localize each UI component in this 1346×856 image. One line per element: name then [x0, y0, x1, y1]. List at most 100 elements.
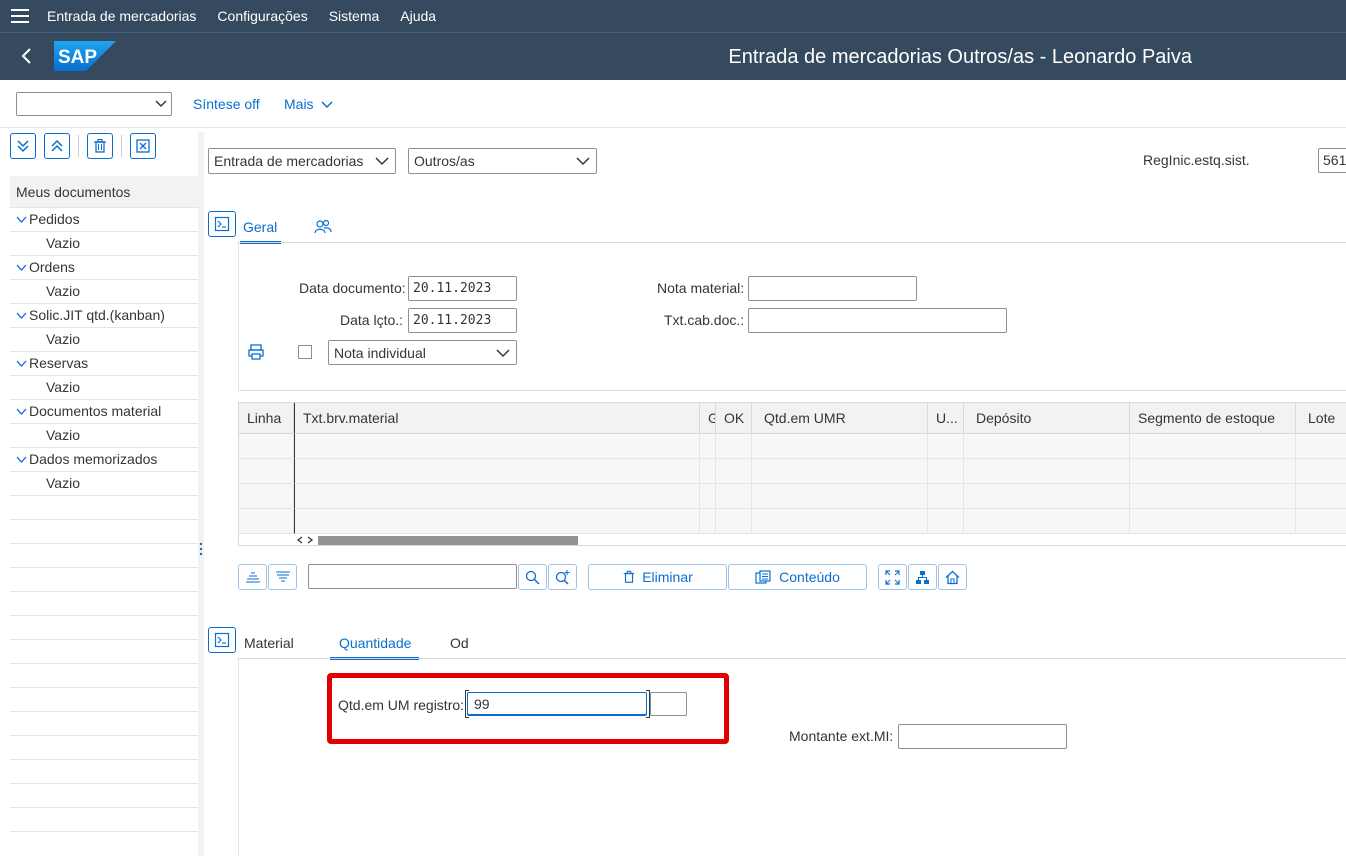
table-cell[interactable]	[1296, 509, 1346, 534]
table-cell[interactable]	[752, 434, 928, 459]
table-cell[interactable]	[928, 509, 964, 534]
table-cell[interactable]	[1130, 434, 1296, 459]
column-header[interactable]: Linha	[239, 403, 294, 434]
table-cell[interactable]	[752, 484, 928, 509]
table-cell[interactable]	[700, 509, 716, 534]
table-cell[interactable]	[239, 484, 294, 509]
transaction-select[interactable]: Entrada de mercadorias	[208, 148, 396, 174]
table-cell[interactable]	[716, 484, 752, 509]
table-cell[interactable]	[716, 459, 752, 484]
reg-inic-field[interactable]: 561	[1318, 148, 1346, 173]
table-cell[interactable]	[752, 459, 928, 484]
menu-configuracoes[interactable]: Configurações	[217, 8, 307, 24]
scrollbar-thumb[interactable]	[318, 536, 578, 545]
print-checkbox[interactable]	[298, 345, 312, 359]
table-cell[interactable]	[928, 459, 964, 484]
table-cell[interactable]	[928, 484, 964, 509]
table-cell[interactable]	[294, 509, 700, 534]
home-button[interactable]	[938, 564, 967, 590]
search-button[interactable]	[518, 564, 547, 590]
table-cell[interactable]	[1130, 509, 1296, 534]
menu-entrada-mercadorias[interactable]: Entrada de mercadorias	[47, 8, 196, 24]
table-cell[interactable]	[752, 509, 928, 534]
scroll-right-icon[interactable]	[306, 536, 314, 544]
table-cell[interactable]	[1130, 484, 1296, 509]
table-cell[interactable]	[1296, 484, 1346, 509]
chevron-down-icon[interactable]	[16, 360, 27, 367]
column-header[interactable]: G	[700, 403, 716, 434]
tree-item-dados-memorizados[interactable]: Dados memorizados	[10, 448, 198, 472]
chevron-down-icon[interactable]	[16, 312, 27, 319]
chevron-down-icon[interactable]	[16, 216, 27, 223]
table-cell[interactable]	[964, 434, 1130, 459]
chevron-down-icon[interactable]	[16, 456, 27, 463]
column-header[interactable]: Txt.brv.material	[294, 403, 700, 434]
tree-subitem[interactable]: Vazio	[10, 424, 198, 448]
tab-partners[interactable]	[314, 219, 332, 238]
sort-descending-button[interactable]	[268, 564, 297, 590]
column-header[interactable]: U...	[928, 403, 964, 434]
eliminar-button[interactable]: Eliminar	[588, 564, 727, 590]
table-cell[interactable]	[964, 459, 1130, 484]
nota-select[interactable]: Nota individual	[328, 340, 517, 365]
table-cell[interactable]	[964, 484, 1130, 509]
montante-ext-field[interactable]	[898, 724, 1067, 749]
tree-subitem[interactable]: Vazio	[10, 232, 198, 256]
table-cell[interactable]	[716, 509, 752, 534]
expand-all-button[interactable]	[10, 133, 36, 159]
column-header[interactable]: Lote	[1296, 403, 1346, 434]
panel-splitter[interactable]	[198, 132, 204, 856]
tab-geral[interactable]: Geral	[240, 219, 282, 244]
table-cell[interactable]	[1130, 459, 1296, 484]
search-next-button[interactable]	[548, 564, 577, 590]
table-cell[interactable]	[239, 509, 294, 534]
tree-item-pedidos[interactable]: Pedidos	[10, 208, 198, 232]
chevron-down-icon[interactable]	[16, 408, 27, 415]
collapse-all-button[interactable]	[44, 133, 70, 159]
data-documento-field[interactable]: 20.11.2023	[408, 276, 517, 301]
close-button[interactable]	[130, 133, 156, 159]
sintese-off-button[interactable]: Síntese off	[193, 96, 260, 112]
hamburger-menu-icon[interactable]	[0, 0, 40, 32]
reference-select[interactable]: Outros/as	[408, 148, 597, 174]
menu-sistema[interactable]: Sistema	[329, 8, 380, 24]
tab-material[interactable]: Material	[244, 635, 294, 651]
tree-item-reservas[interactable]: Reservas	[10, 352, 198, 376]
chevron-down-icon[interactable]	[16, 264, 27, 271]
delete-button[interactable]	[87, 133, 113, 159]
collapse-header-button[interactable]	[208, 211, 236, 237]
table-cell[interactable]	[700, 484, 716, 509]
toolbar-dropdown[interactable]	[16, 92, 172, 116]
table-cell[interactable]	[294, 484, 700, 509]
tree-subitem[interactable]: Vazio	[10, 328, 198, 352]
mais-button[interactable]: Mais	[284, 96, 333, 112]
data-lancamento-field[interactable]: 20.11.2023	[408, 308, 517, 333]
tree-item-ordens[interactable]: Ordens	[10, 256, 198, 280]
table-cell[interactable]	[716, 434, 752, 459]
table-cell[interactable]	[294, 434, 700, 459]
tree-item-kanban[interactable]: Solic.JIT qtd.(kanban)	[10, 304, 198, 328]
menu-ajuda[interactable]: Ajuda	[400, 8, 436, 24]
collapse-detail-button[interactable]	[208, 627, 236, 653]
table-cell[interactable]	[239, 434, 294, 459]
tab-od[interactable]: Od	[450, 635, 469, 651]
column-header[interactable]: Qtd.em UMR	[752, 403, 928, 434]
nota-material-field[interactable]	[748, 276, 917, 301]
tree-item-documentos-material[interactable]: Documentos material	[10, 400, 198, 424]
table-cell[interactable]	[964, 509, 1130, 534]
table-cell[interactable]	[928, 434, 964, 459]
table-cell[interactable]	[1296, 434, 1346, 459]
scroll-left-icon[interactable]	[296, 536, 304, 544]
column-header[interactable]: OK	[716, 403, 752, 434]
table-cell[interactable]	[294, 459, 700, 484]
fullscreen-button[interactable]	[878, 564, 907, 590]
conteudo-button[interactable]: Conteúdo	[728, 564, 867, 590]
table-cell[interactable]	[700, 434, 716, 459]
tab-quantidade[interactable]: Quantidade	[330, 635, 420, 660]
table-cell[interactable]	[1296, 459, 1346, 484]
tree-subitem[interactable]: Vazio	[10, 280, 198, 304]
tree-subitem[interactable]: Vazio	[10, 472, 198, 496]
tree-subitem[interactable]: Vazio	[10, 376, 198, 400]
hierarchy-button[interactable]	[908, 564, 937, 590]
column-header[interactable]: Segmento de estoque	[1130, 403, 1296, 434]
